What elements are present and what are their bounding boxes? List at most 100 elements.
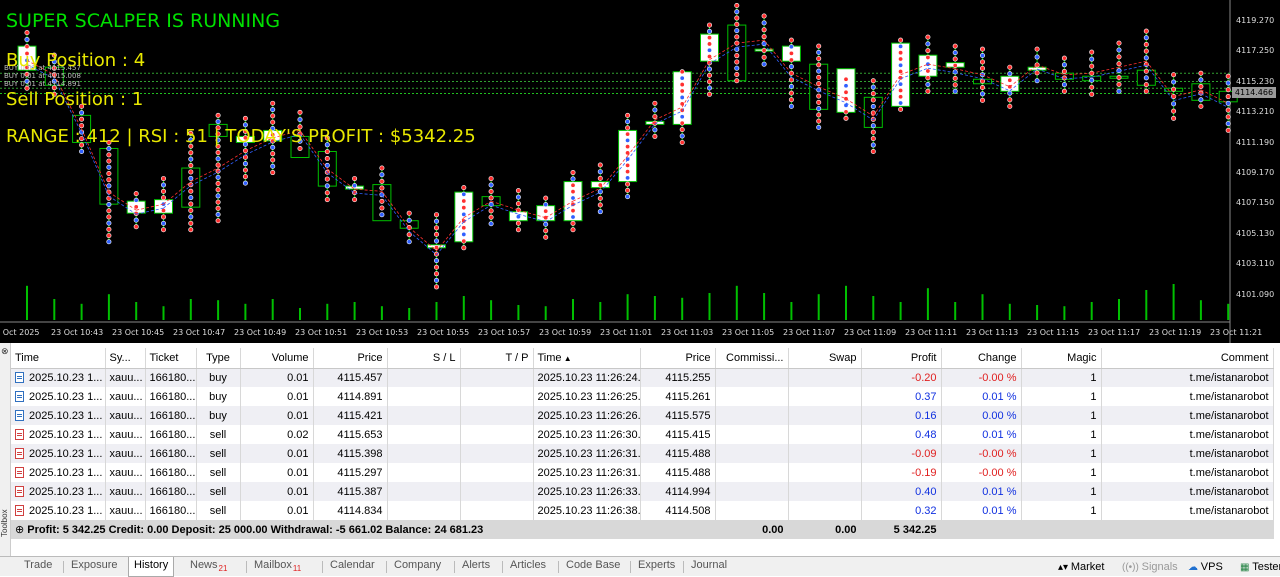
trade-marker (215, 119, 221, 125)
tab-trade[interactable]: Trade (24, 559, 52, 571)
trade-marker (106, 164, 112, 170)
time-tick-label: 23 Oct 10:57 (478, 328, 531, 337)
trade-marker (1198, 83, 1204, 89)
tester-icon: ▦ (1240, 562, 1253, 573)
trade-marker (215, 181, 221, 187)
trade-marker (761, 20, 767, 26)
column-header[interactable]: Volume (240, 348, 314, 369)
trade-marker (270, 163, 276, 169)
column-header[interactable]: Magic (1021, 348, 1102, 369)
table-row[interactable]: 2025.10.23 1... xauu... 166180... sell 0.01 4… (11, 444, 1274, 463)
tester-button[interactable]: ▦ Tester (1240, 561, 1280, 573)
cell-value: 1 (1090, 409, 1097, 422)
column-header[interactable]: Change (941, 348, 1022, 369)
tab-calendar[interactable]: Calendar (330, 559, 375, 571)
tab-alerts[interactable]: Alerts (462, 559, 490, 571)
tab-history[interactable]: History (128, 557, 175, 577)
trade-marker (161, 208, 167, 214)
table-cell: 4114.508 (640, 501, 716, 520)
table-row[interactable]: 2025.10.23 1... xauu... 166180... buy 0.01 41… (11, 368, 1274, 387)
trade-marker (761, 34, 767, 40)
table-row[interactable]: 2025.10.23 1... xauu... 166180... buy 0.01 41… (11, 406, 1274, 425)
table-cell: buy (196, 387, 241, 406)
terminal-tabs: Trade Exposure History News21 Mailbox11 Calen… (0, 556, 1280, 577)
tab-journal[interactable]: Journal (691, 559, 727, 571)
cell-value: t.me/istanarobot (1189, 504, 1269, 517)
table-cell: xauu... (105, 425, 146, 444)
column-header[interactable]: Profit (861, 348, 942, 369)
tab-experts[interactable]: Experts (638, 559, 675, 571)
current-price-label: 4114.466 (1232, 87, 1276, 98)
column-header[interactable]: S / L (387, 348, 461, 369)
column-header-label: Volume (271, 351, 309, 364)
column-header[interactable]: Comment (1101, 348, 1274, 369)
table-cell: 4115.421 (313, 406, 388, 425)
column-header[interactable]: Commissi... (715, 348, 789, 369)
table-cell: xauu... (105, 387, 146, 406)
price-chart[interactable]: BUY 0.01 at 4115.457 BUY 0.01 at 4115.008… (0, 0, 1280, 343)
trade-marker (461, 191, 467, 197)
tab-code-base[interactable]: Code Base (566, 559, 620, 571)
table-row[interactable]: 2025.10.23 1... xauu... 166180... buy 0.01 41… (11, 387, 1274, 406)
trade-marker (461, 231, 467, 237)
column-header-label: Magic (1067, 351, 1097, 364)
trade-marker (788, 57, 794, 63)
history-table[interactable]: Time Sy... Ticket Type Volume Price S / L T / P… (11, 348, 1280, 539)
tab-exposure[interactable]: Exposure (71, 559, 117, 571)
expand-icon[interactable]: ⊕ (15, 524, 27, 536)
trade-marker (106, 239, 112, 245)
vps-label: VPS (1200, 561, 1223, 573)
column-header[interactable]: T / P (460, 348, 534, 369)
table-row[interactable]: 2025.10.23 1... xauu... 166180... sell 0.01 4… (11, 501, 1274, 520)
trade-marker (1089, 91, 1095, 97)
trade-marker (570, 220, 576, 226)
trade-marker (161, 220, 167, 226)
trade-marker (461, 205, 467, 211)
column-header[interactable]: Time ▲ (533, 348, 641, 369)
tab-separator (558, 561, 559, 573)
column-header[interactable]: Ticket (145, 348, 197, 369)
trade-marker (543, 195, 549, 201)
trade-marker (461, 225, 467, 231)
table-cell (715, 387, 789, 406)
trade-marker (1007, 64, 1013, 70)
trade-marker (543, 208, 549, 214)
time-tick-label: 23 Oct 11:15 (1027, 328, 1080, 337)
column-header[interactable]: Time (11, 348, 106, 369)
table-row[interactable]: 2025.10.23 1... xauu... 166180... sell 0.02 4… (11, 425, 1274, 444)
cell-value: xauu... (109, 466, 143, 479)
close-icon[interactable]: ⊗ (1, 346, 9, 357)
trade-marker (1171, 72, 1177, 78)
column-header[interactable]: Price (640, 348, 716, 369)
trade-marker (706, 66, 712, 72)
vps-button[interactable]: ☁ VPS (1188, 561, 1223, 573)
table-row[interactable]: 2025.10.23 1... xauu... 166180... sell 0.01 4… (11, 463, 1274, 482)
tab-articles[interactable]: Articles (510, 559, 546, 571)
trade-marker (324, 149, 330, 155)
market-button[interactable]: ▴▾ Market (1058, 561, 1104, 573)
table-cell (460, 368, 534, 387)
table-cell: sell (196, 463, 241, 482)
trade-marker (270, 113, 276, 119)
column-header[interactable]: Type (196, 348, 241, 369)
trade-marker (106, 202, 112, 208)
tab-news[interactable]: News21 (190, 559, 227, 573)
trade-marker (679, 114, 685, 120)
toolbox-panel[interactable]: ⊗ Toolbox (0, 343, 11, 556)
trade-marker (242, 115, 248, 121)
column-header[interactable]: Sy... (105, 348, 146, 369)
column-header[interactable]: Swap (788, 348, 862, 369)
table-cell: 4115.488 (640, 463, 716, 482)
trade-marker (161, 227, 167, 233)
tab-company[interactable]: Company (394, 559, 441, 571)
cell-value: 1 (1090, 504, 1097, 517)
trade-marker (461, 198, 467, 204)
tab-mailbox[interactable]: Mailbox11 (254, 559, 301, 573)
trade-marker (242, 161, 248, 167)
column-header[interactable]: Price (313, 348, 388, 369)
signals-button[interactable]: ((•)) Signals (1122, 561, 1178, 573)
table-row[interactable]: 2025.10.23 1... xauu... 166180... sell 0.01 4… (11, 482, 1274, 501)
cell-value: 2025.10.23 1... (29, 504, 103, 517)
trade-marker (652, 100, 658, 106)
tab-label: Code Base (566, 559, 621, 571)
